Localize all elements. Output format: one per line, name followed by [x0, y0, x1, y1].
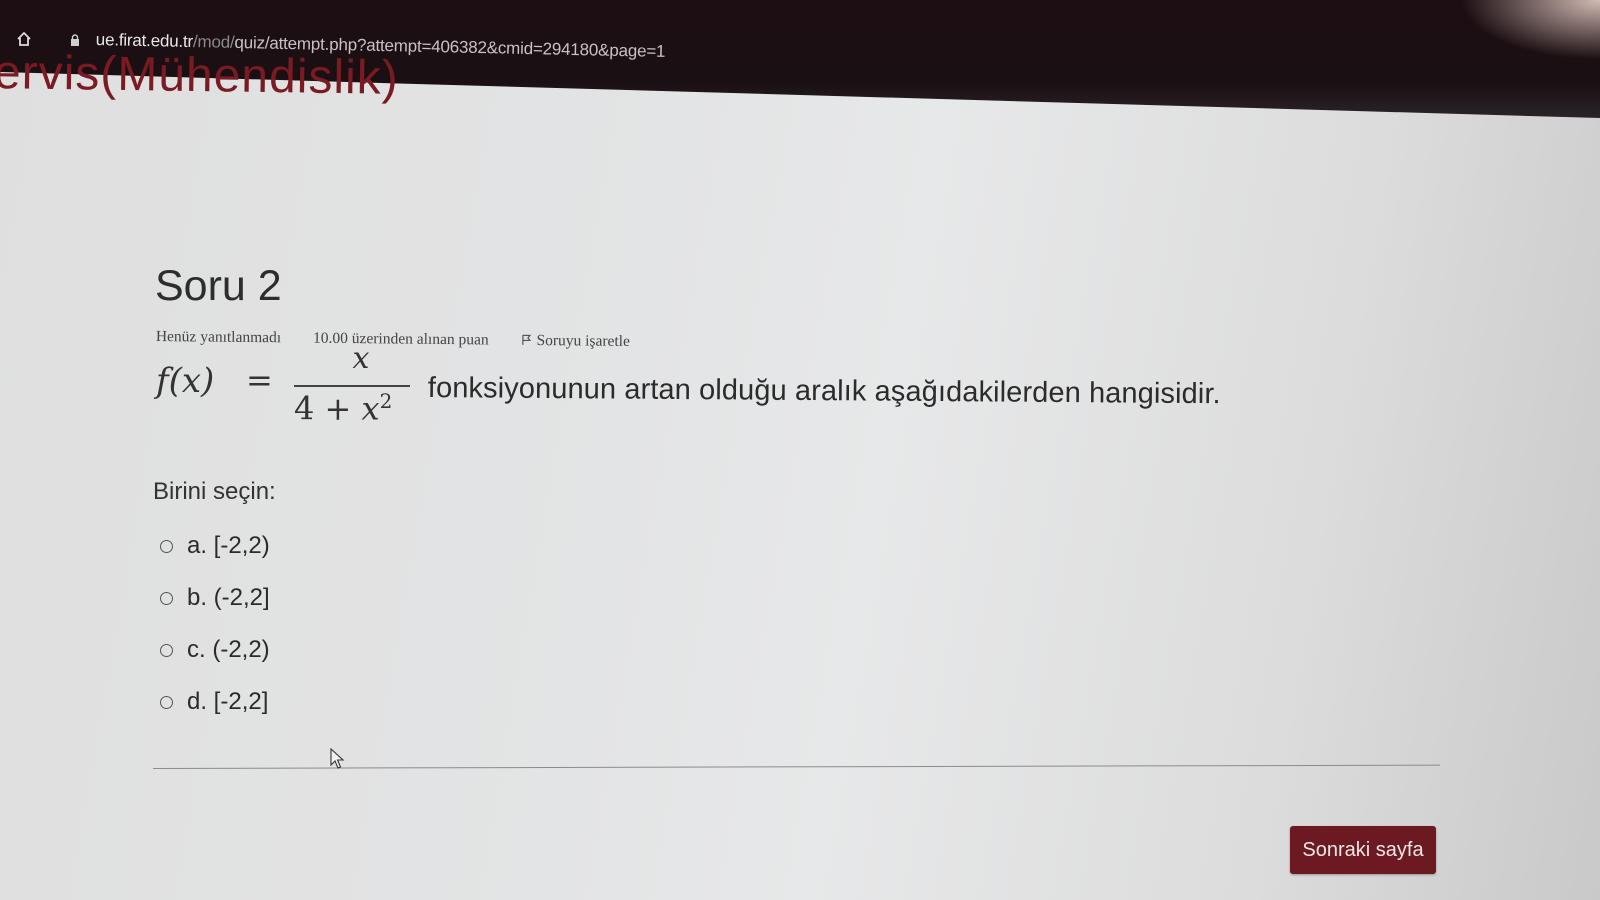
formula-lhs: f(x): [156, 361, 215, 401]
formula-equals: =: [246, 361, 273, 399]
next-page-button[interactable]: Sonraki sayfa: [1290, 826, 1436, 874]
question-text: fonksiyonunun artan olduğu aralık aşağıd…: [427, 372, 1221, 411]
radio-button[interactable]: [160, 695, 173, 709]
denominator-variable: x: [361, 389, 380, 428]
answer-option-c[interactable]: c. (-2,2): [160, 624, 270, 676]
divider: [153, 764, 1440, 769]
answer-option-d[interactable]: d. [-2,2]: [160, 676, 270, 728]
flag-question-link[interactable]: Soruyu işaretle: [520, 332, 658, 351]
formula-denominator: 4 + x2: [294, 389, 392, 428]
denominator-exponent: 2: [379, 389, 393, 413]
answer-options: a. [-2,2) b. (-2,2] c. (-2,2) d. [-2,2]: [160, 520, 270, 728]
answer-option-a[interactable]: a. [-2,2): [160, 520, 270, 572]
answer-option-label[interactable]: c. (-2,2): [187, 636, 270, 664]
cursor-icon: [330, 748, 345, 769]
question-title: Soru 2: [155, 262, 282, 310]
answer-prompt: Birini seçin:: [153, 478, 276, 505]
answer-option-label[interactable]: b. (-2,2]: [187, 584, 270, 612]
question-formula: f(x) = x 4 + x2: [156, 341, 446, 445]
radio-button[interactable]: [160, 591, 173, 605]
radio-button[interactable]: [160, 539, 173, 553]
answer-option-b[interactable]: b. (-2,2]: [160, 572, 270, 624]
denominator-constant: 4 +: [294, 389, 362, 428]
answer-option-label[interactable]: d. [-2,2]: [187, 688, 268, 716]
formula-numerator: x: [352, 341, 370, 376]
fraction-bar: [294, 385, 410, 387]
answer-option-label[interactable]: a. [-2,2): [187, 532, 270, 560]
radio-button[interactable]: [160, 643, 173, 657]
flag-question-label: Soruyu işaretle: [536, 331, 631, 350]
screen: ue.firat.edu.tr/mod/quiz/attempt.php?att…: [0, 0, 1600, 900]
flag-icon: [521, 334, 531, 345]
quiz-content: Soru 2 Henüz yanıtlanmadı 10.00 üzerinde…: [0, 0, 1600, 900]
